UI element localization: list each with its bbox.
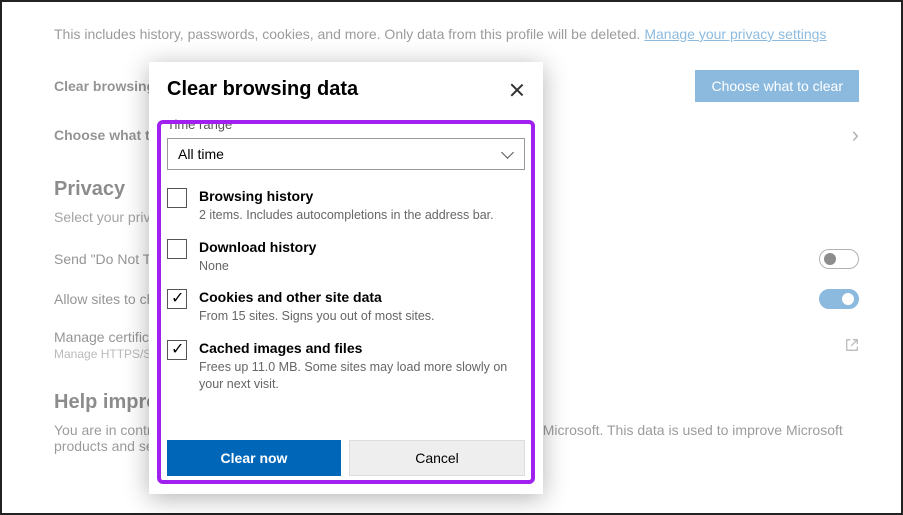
option-description: 2 items. Includes autocompletions in the… xyxy=(199,207,494,225)
option-description: From 15 sites. Signs you out of most sit… xyxy=(199,308,435,326)
cancel-button[interactable]: Cancel xyxy=(349,440,525,476)
clear-option-item: Download history None xyxy=(167,239,519,276)
option-description: None xyxy=(199,258,316,276)
close-icon[interactable] xyxy=(509,82,525,98)
time-range-label: Time range xyxy=(167,117,525,132)
option-label: Browsing history xyxy=(199,188,494,204)
option-label: Cached images and files xyxy=(199,340,519,356)
checkbox[interactable] xyxy=(167,188,187,208)
option-description: Frees up 11.0 MB. Some sites may load mo… xyxy=(199,359,519,394)
external-link-icon xyxy=(845,338,859,352)
privacy-settings-link[interactable]: Manage your privacy settings xyxy=(644,26,826,42)
option-label: Cookies and other site data xyxy=(199,289,435,305)
checkbox[interactable] xyxy=(167,239,187,259)
clear-option-item: Cookies and other site data From 15 sites… xyxy=(167,289,519,326)
clear-option-item: Browsing history 2 items. Includes autoco… xyxy=(167,188,519,225)
choose-what-to-clear-button[interactable]: Choose what to clear xyxy=(695,70,859,102)
clear-options-list: Browsing history 2 items. Includes autoco… xyxy=(167,188,525,428)
intro-text: This includes history, passwords, cookie… xyxy=(54,26,859,42)
chevron-down-icon xyxy=(502,148,514,160)
time-range-select[interactable]: All time xyxy=(167,138,525,170)
chevron-right-icon xyxy=(852,122,859,148)
clear-browsing-data-dialog: Clear browsing data Time range All time … xyxy=(149,62,543,494)
dnt-toggle[interactable] xyxy=(819,249,859,269)
checkbox[interactable] xyxy=(167,289,187,309)
payment-toggle[interactable] xyxy=(819,289,859,309)
clear-now-button[interactable]: Clear now xyxy=(167,440,341,476)
checkbox[interactable] xyxy=(167,340,187,360)
time-range-value: All time xyxy=(178,146,224,162)
dialog-title: Clear browsing data xyxy=(167,78,358,101)
clear-option-item: Cached images and files Frees up 11.0 MB.… xyxy=(167,340,519,394)
option-label: Download history xyxy=(199,239,316,255)
